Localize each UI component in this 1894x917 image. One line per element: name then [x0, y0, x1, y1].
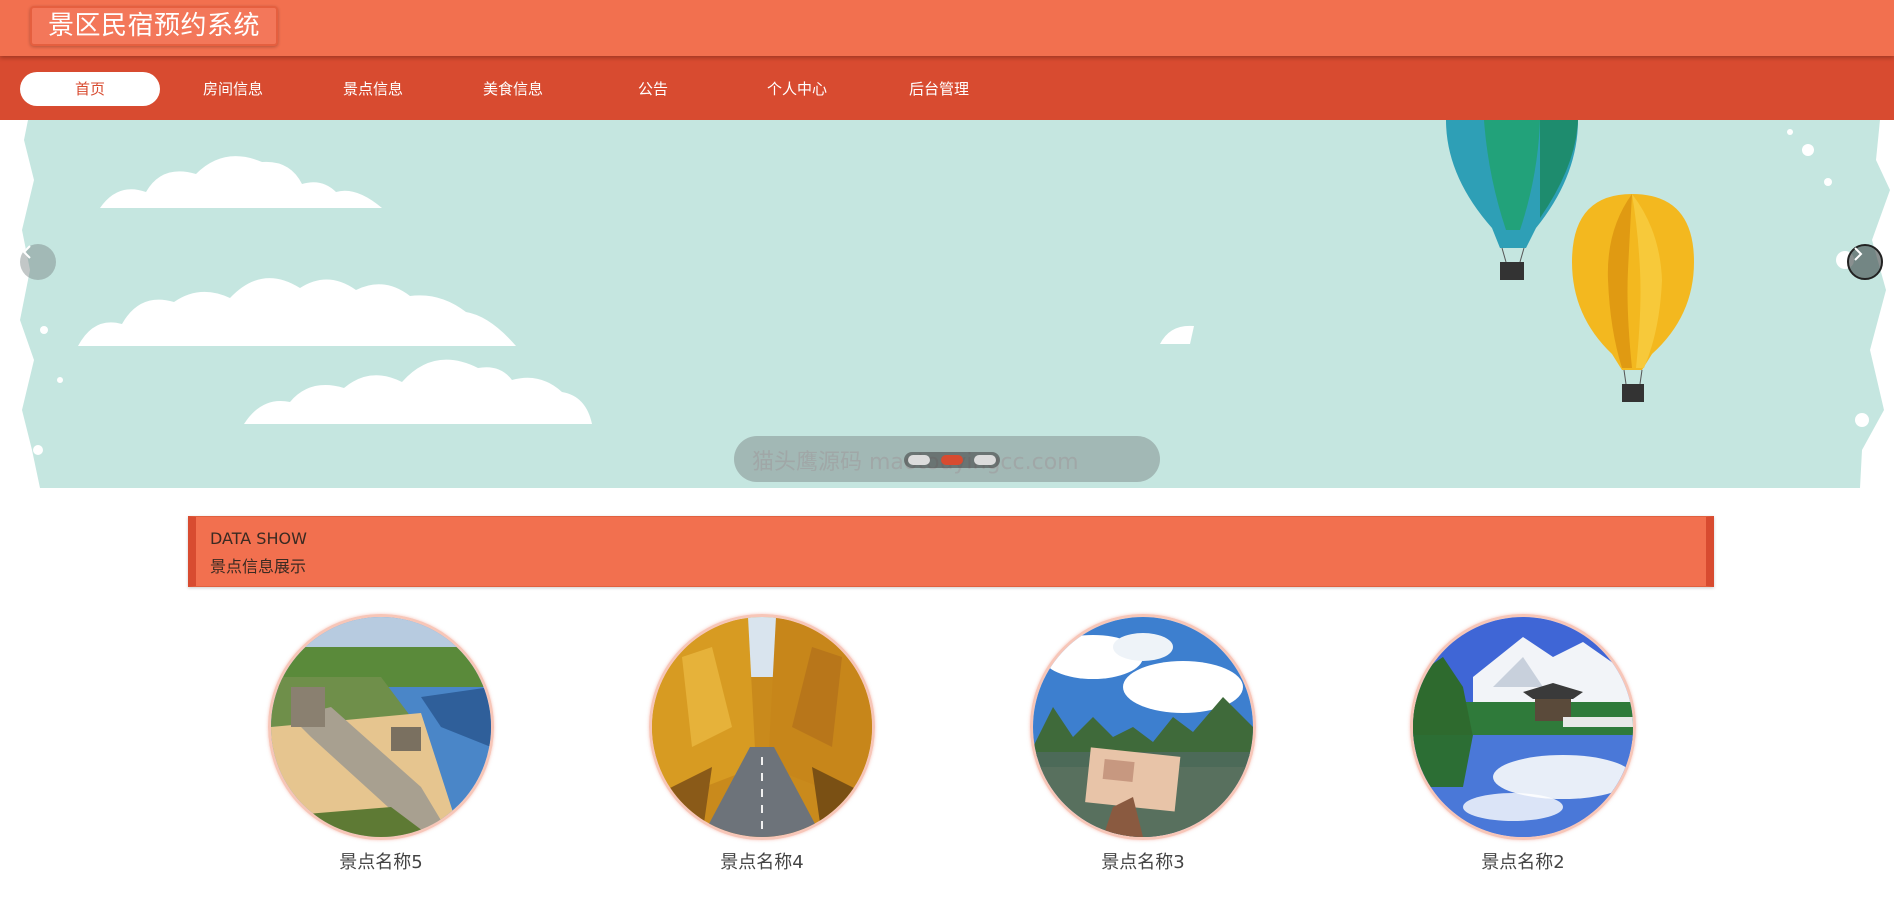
top-header: 景区民宿预约系统	[0, 0, 1894, 56]
attraction-image[interactable]	[1030, 614, 1256, 840]
carousel-next-button[interactable]	[1847, 244, 1883, 280]
section-title-cn: 景点信息展示	[210, 557, 307, 576]
carousel-dot-3[interactable]	[974, 455, 996, 465]
attraction-card[interactable]: 景点名称5	[268, 614, 494, 884]
nav-item-rooms[interactable]: 房间信息	[163, 72, 303, 106]
attraction-card[interactable]: 景点名称4	[649, 614, 875, 884]
site-title[interactable]: 景区民宿预约系统	[30, 6, 278, 46]
chevron-right-icon	[1854, 247, 1863, 261]
chevron-left-icon	[22, 245, 31, 259]
carousel-dot-2[interactable]	[941, 455, 963, 465]
attraction-name[interactable]: 景点名称3	[1030, 848, 1256, 874]
nav-item-food[interactable]: 美食信息	[443, 72, 583, 106]
banner-illustration	[20, 120, 1890, 488]
section-title-en: DATA SHOW	[210, 529, 307, 548]
nav-item-attractions[interactable]: 景点信息	[303, 72, 443, 106]
attraction-card[interactable]: 景点名称2	[1410, 614, 1636, 884]
attraction-image[interactable]	[649, 614, 875, 840]
attraction-image[interactable]	[1410, 614, 1636, 840]
attraction-card[interactable]: 景点名称3	[1030, 614, 1256, 884]
banner-carousel[interactable]: 猫头鹰源码 maotouyingcc.com	[0, 120, 1894, 488]
nav-item-profile[interactable]: 个人中心	[727, 72, 867, 106]
attraction-name[interactable]: 景点名称5	[268, 848, 494, 874]
nav-item-notices[interactable]: 公告	[583, 72, 723, 106]
attraction-name[interactable]: 景点名称4	[649, 848, 875, 874]
carousel-dot-1[interactable]	[908, 455, 930, 465]
carousel-dots	[904, 452, 1000, 468]
attraction-name[interactable]: 景点名称2	[1410, 848, 1636, 874]
main-nav: 首页 房间信息 景点信息 美食信息 公告 个人中心 后台管理	[0, 56, 1894, 120]
section-header: DATA SHOW 景点信息展示	[188, 516, 1714, 587]
attraction-image[interactable]	[268, 614, 494, 840]
carousel-prev-button[interactable]	[20, 244, 56, 280]
carousel-indicator-bar: 猫头鹰源码 maotouyingcc.com	[734, 436, 1160, 482]
nav-item-admin[interactable]: 后台管理	[869, 72, 1009, 106]
nav-item-home[interactable]: 首页	[20, 72, 160, 106]
